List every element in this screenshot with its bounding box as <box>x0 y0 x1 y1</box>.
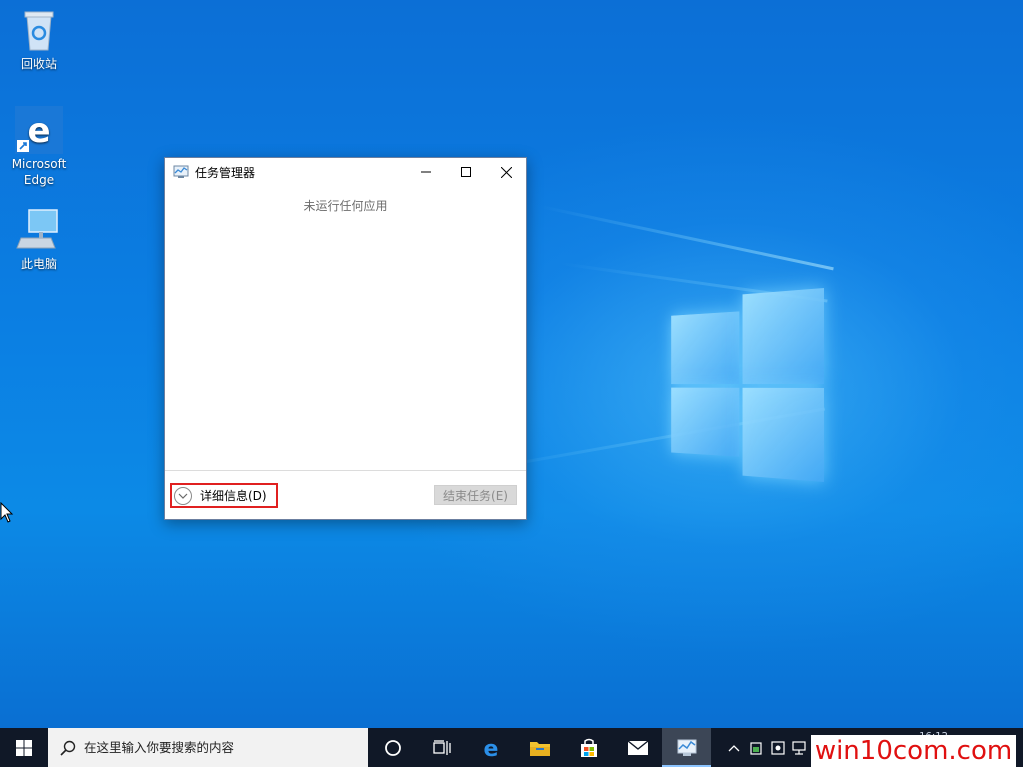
taskbar-mail-button[interactable] <box>613 728 662 767</box>
chevron-up-icon <box>728 744 740 751</box>
watermark: win10com.com <box>811 735 1016 767</box>
more-details-button[interactable]: 详细信息(D) <box>170 483 278 508</box>
store-icon <box>580 738 597 757</box>
desktop-icon-label: Microsoft Edge <box>11 157 67 187</box>
svg-text:e: e <box>483 737 498 759</box>
maximize-icon <box>461 167 471 177</box>
folder-icon <box>529 741 550 756</box>
svg-text:e: e <box>27 111 50 151</box>
minimize-icon <box>421 171 431 173</box>
more-details-label: 详细信息(D) <box>200 489 267 503</box>
chevron-down-icon <box>174 486 192 505</box>
taskbar-store-button[interactable] <box>564 728 613 767</box>
start-button[interactable] <box>0 728 48 767</box>
security-icon <box>771 740 785 755</box>
desktop-icon-label: 回收站 <box>20 57 57 71</box>
minimize-button[interactable] <box>406 158 446 186</box>
edge-icon: e <box>15 106 63 154</box>
task-view-icon <box>432 739 451 755</box>
cortana-button[interactable] <box>368 728 417 767</box>
desktop-icon-this-pc[interactable]: 此电脑 <box>6 206 72 272</box>
windows-logo-wallpaper <box>671 288 824 482</box>
network-icon <box>792 740 806 755</box>
logo-pane <box>671 387 740 457</box>
tray-battery-button[interactable] <box>745 728 767 767</box>
desktop-icon-recycle-bin[interactable]: 回收站 <box>6 6 72 72</box>
desktop-icon-label: 此电脑 <box>20 257 57 271</box>
tray-security-button[interactable] <box>767 728 789 767</box>
mouse-cursor-icon <box>0 502 14 523</box>
computer-icon <box>15 206 63 254</box>
show-hidden-icons-button[interactable] <box>723 728 745 767</box>
task-view-button[interactable] <box>417 728 466 767</box>
window-footer: 详细信息(D) 结束任务(E) <box>165 470 526 519</box>
cortana-circle-icon <box>384 739 401 756</box>
tray-network-button[interactable] <box>789 728 811 767</box>
app-list-area: 未运行任何应用 <box>165 186 526 471</box>
logo-pane <box>671 311 740 385</box>
edge-icon: e <box>483 737 498 759</box>
maximize-button[interactable] <box>446 158 486 186</box>
task-manager-window: 任务管理器 未运行任何应用 详细信息(D) 结束任务(E) <box>164 157 527 520</box>
task-manager-icon <box>173 165 189 178</box>
search-input[interactable] <box>84 740 354 755</box>
light-beam <box>539 205 834 271</box>
desktop-icon-edge[interactable]: e Microsoft Edge <box>6 106 72 188</box>
recycle-bin-icon <box>15 6 63 54</box>
mail-icon <box>627 739 648 755</box>
system-tray <box>723 728 811 767</box>
task-manager-icon <box>677 739 696 756</box>
window-title: 任务管理器 <box>195 165 256 180</box>
search-icon <box>60 740 76 756</box>
windows-start-icon <box>16 739 32 756</box>
taskbar-search-box[interactable] <box>48 728 368 767</box>
battery-icon <box>750 741 762 755</box>
logo-pane <box>742 387 824 482</box>
end-task-button[interactable]: 结束任务(E) <box>434 485 517 505</box>
titlebar[interactable]: 任务管理器 <box>165 158 526 186</box>
taskbar-explorer-button[interactable] <box>515 728 564 767</box>
close-icon <box>500 166 512 178</box>
taskbar-task-manager-button[interactable] <box>662 728 711 767</box>
logo-pane <box>742 288 824 385</box>
close-button[interactable] <box>486 158 526 186</box>
taskbar-edge-button[interactable]: e <box>466 728 515 767</box>
empty-message: 未运行任何应用 <box>303 199 388 213</box>
